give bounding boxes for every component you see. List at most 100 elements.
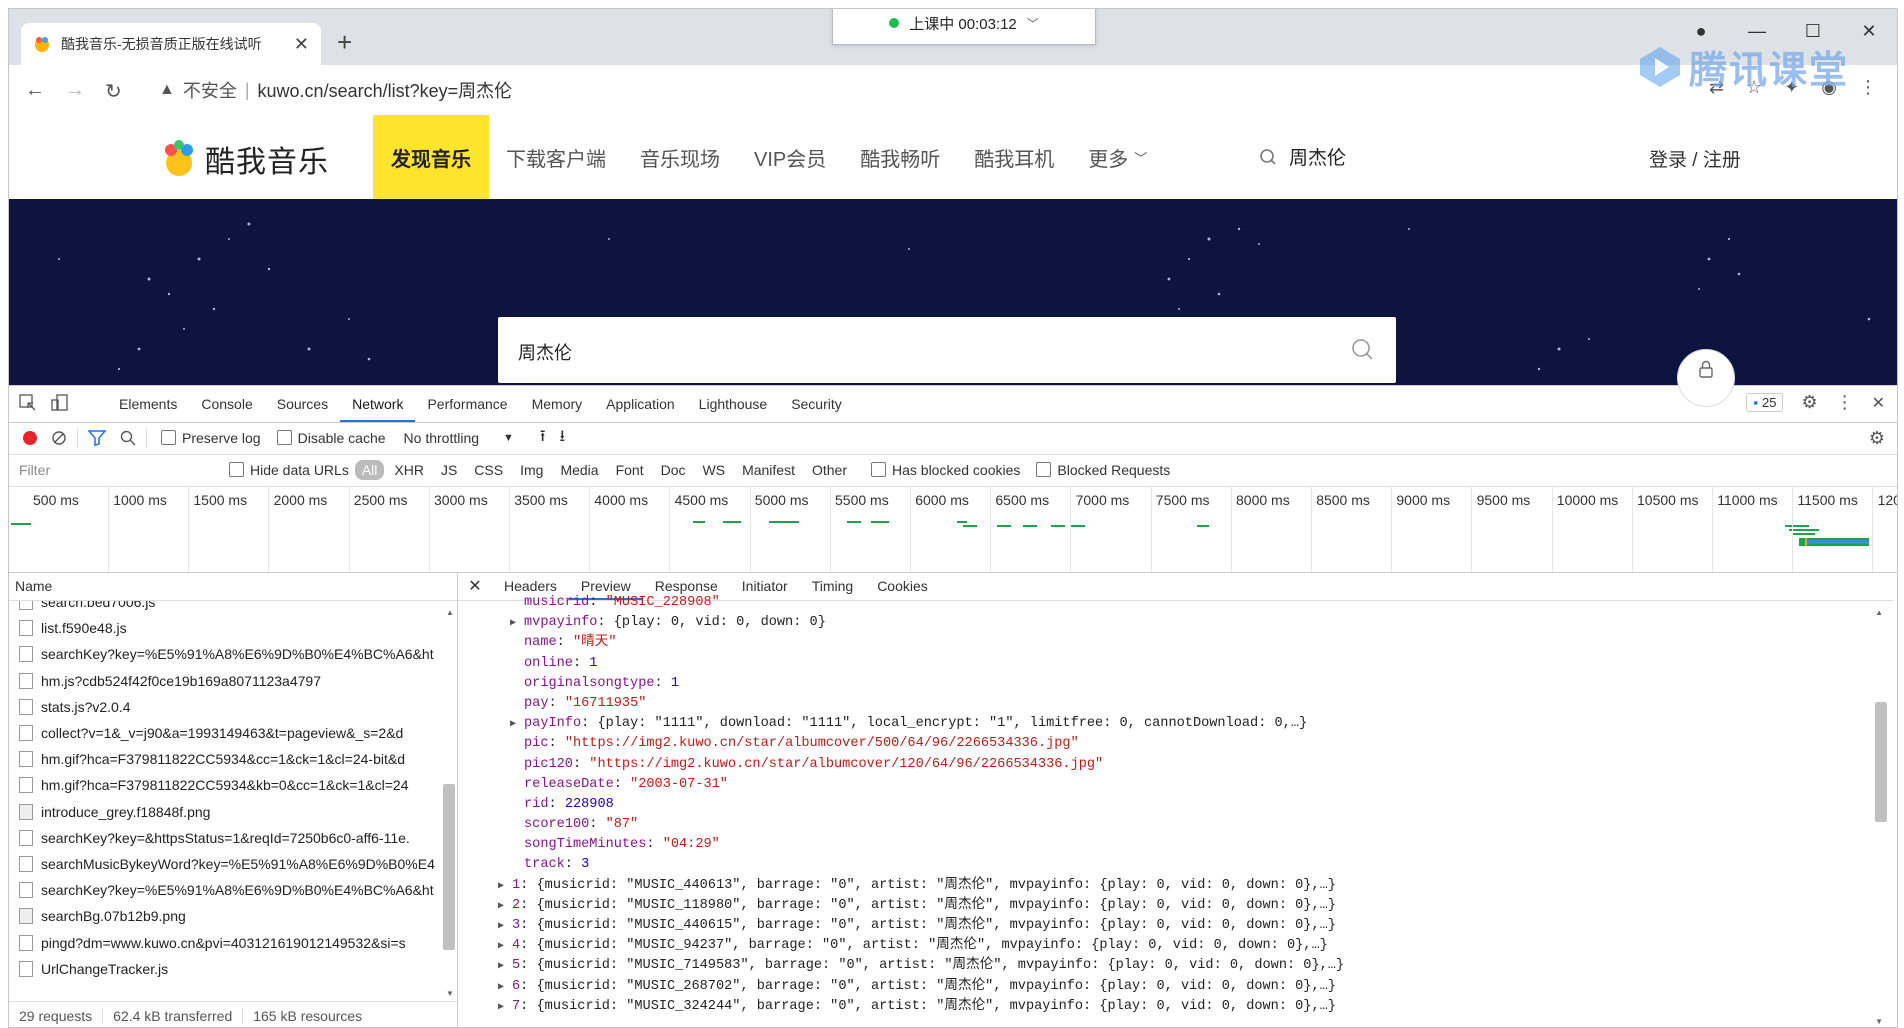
main-search-box[interactable]: 周杰伦 [498, 317, 1396, 383]
preview-line[interactable]: ▶ 1: {musicrid: "MUSIC_440613", barrage: … [458, 876, 1893, 896]
preview-scroll-up-icon[interactable]: ▲ [1875, 608, 1883, 617]
nav-discover[interactable]: 发现音乐 [373, 115, 489, 199]
device-toggle-icon[interactable] [51, 394, 69, 412]
tab-console[interactable]: Console [189, 386, 264, 422]
address-bar[interactable]: ▲ 不安全 | kuwo.cn/search/list?key=周杰伦 [159, 73, 512, 107]
request-row[interactable]: searchBg.07b12b9.png [9, 903, 457, 929]
type-manifest[interactable]: Manifest [735, 460, 802, 480]
type-xhr[interactable]: XHR [387, 460, 431, 480]
type-other[interactable]: Other [805, 460, 854, 480]
bookmark-star-icon[interactable]: ☆ [1746, 77, 1762, 98]
inspect-element-icon[interactable] [19, 394, 37, 412]
tab-close-icon[interactable]: ✕ [294, 34, 309, 55]
browser-tab[interactable]: 酷我音乐-无损音质正版在线试听 ✕ [21, 23, 321, 65]
type-ws[interactable]: WS [696, 460, 733, 480]
preview-line[interactable]: score100: "87" [458, 815, 1893, 835]
preview-line[interactable]: rid: 228908 [458, 795, 1893, 815]
tab-network[interactable]: Network [340, 386, 416, 422]
nav-headphones[interactable]: 酷我耳机 [957, 115, 1071, 199]
lock-button[interactable] [1677, 349, 1735, 407]
devtools-close-icon[interactable]: ✕ [1872, 393, 1885, 413]
close-window-icon[interactable]: ✕ [1841, 9, 1897, 53]
expand-triangle-icon[interactable]: ▶ [498, 957, 512, 977]
tab-elements[interactable]: Elements [107, 386, 189, 422]
header-search[interactable]: 周杰伦 [1259, 143, 1346, 170]
tab-sources[interactable]: Sources [265, 386, 340, 422]
tab-security[interactable]: Security [779, 386, 854, 422]
expand-triangle-icon[interactable]: ▶ [498, 897, 512, 917]
expand-triangle-icon[interactable]: ▶ [510, 715, 524, 735]
maximize-icon[interactable]: ☐ [1785, 9, 1841, 53]
network-overview-timeline[interactable]: 500 ms 1000 ms 1500 ms 2000 ms 2500 ms 3000 m… [9, 486, 1897, 573]
preview-line[interactable]: ▶ 5: {musicrid: "MUSIC_7149583", barrage:… [458, 956, 1893, 976]
minimize-icon[interactable]: — [1729, 9, 1785, 53]
expand-triangle-icon[interactable]: ▶ [498, 937, 512, 957]
request-row[interactable]: searchKey?key=%E5%91%A8%E6%9D%B0%E4%BC%A… [9, 641, 457, 667]
disable-cache-checkbox[interactable]: Disable cache [276, 430, 386, 446]
tab-lighthouse[interactable]: Lighthouse [687, 386, 780, 422]
request-row[interactable]: list.f590e48.js [9, 615, 457, 641]
type-css[interactable]: CSS [467, 460, 510, 480]
preview-line[interactable]: musicrid: "MUSIC_228908" [458, 593, 1893, 613]
main-search-icon[interactable] [1350, 337, 1374, 361]
type-js[interactable]: JS [434, 460, 464, 480]
preview-line[interactable]: pic: "https://img2.kuwo.cn/star/albumcov… [458, 734, 1893, 754]
reload-icon[interactable]: ↻ [105, 79, 122, 104]
search-icon[interactable] [120, 430, 136, 446]
request-row[interactable]: pingd?dm=www.kuwo.cn&pvi=403121619012149… [9, 929, 457, 955]
nav-audiobooks[interactable]: 酷我畅听 [843, 115, 957, 199]
nav-vip[interactable]: VIP会员 [737, 115, 843, 199]
preview-line[interactable]: releaseDate: "2003-07-31" [458, 775, 1893, 795]
preview-line[interactable]: pic120: "https://img2.kuwo.cn/star/album… [458, 755, 1893, 775]
expand-triangle-icon[interactable]: ▶ [498, 917, 512, 937]
menu-kebab-icon[interactable]: ⋮ [1859, 77, 1877, 98]
expand-triangle-icon[interactable]: ▶ [498, 877, 512, 897]
kuwo-logo[interactable]: 酷我音乐 [159, 137, 329, 181]
request-row[interactable]: introduce_grey.f18848f.png [9, 799, 457, 825]
settings-gear-icon[interactable]: ⚙ [1801, 392, 1817, 413]
preview-line[interactable]: originalsongtype: 1 [458, 674, 1893, 694]
nav-more[interactable]: 更多 ﹀ [1071, 115, 1164, 199]
preview-line[interactable]: ▶ 6: {musicrid: "MUSIC_268702", barrage: … [458, 977, 1893, 997]
request-row[interactable]: hm.gif?hca=F379811822CC5934&cc=1&ck=1&cl… [9, 746, 457, 772]
request-row[interactable]: search.bed7006.js [9, 601, 457, 615]
request-row[interactable]: hm.js?cdb524f42f0ce19b169a8071123a4797 [9, 668, 457, 694]
back-icon[interactable]: ← [25, 79, 45, 102]
profile-dot-icon[interactable]: ● [1673, 9, 1729, 53]
expand-triangle-icon[interactable]: ▶ [498, 998, 512, 1018]
preview-scroll-thumb[interactable] [1875, 702, 1887, 822]
expand-triangle-icon[interactable]: ▶ [498, 978, 512, 998]
profile-icon[interactable]: ◉ [1821, 77, 1837, 98]
request-row[interactable]: searchMusicBykeyWord?key=%E5%91%A8%E6%9D… [9, 851, 457, 877]
type-media[interactable]: Media [553, 460, 605, 480]
filter-funnel-icon[interactable] [88, 430, 106, 446]
request-row[interactable]: collect?v=1&_v=j90&a=1993149463&t=pagevi… [9, 720, 457, 746]
record-icon[interactable] [23, 431, 37, 445]
preview-line[interactable]: ▶ 4: {musicrid: "MUSIC_94237", barrage: "… [458, 936, 1893, 956]
type-doc[interactable]: Doc [654, 460, 693, 480]
nav-live[interactable]: 音乐现场 [623, 115, 737, 199]
request-row[interactable]: searchKey?key=%E5%91%A8%E6%9D%B0%E4%BC%A… [9, 877, 457, 903]
tab-application[interactable]: Application [594, 386, 687, 422]
new-tab-button[interactable]: + [337, 29, 352, 55]
type-font[interactable]: Font [609, 460, 651, 480]
type-all[interactable]: All [354, 460, 385, 480]
preserve-log-checkbox[interactable]: Preserve log [161, 430, 261, 446]
messages-badge[interactable]: ▪ 25 [1746, 393, 1784, 412]
blocked-requests-checkbox[interactable]: Blocked Requests [1036, 462, 1170, 478]
expand-triangle-icon[interactable]: ▶ [510, 614, 524, 634]
json-preview[interactable]: musicrid: "MUSIC_228908" ▶ mvpayinfo: {pla… [458, 593, 1893, 1021]
preview-line[interactable]: pay: "16711935" [458, 694, 1893, 714]
preview-line[interactable]: ▶ 2: {musicrid: "MUSIC_118980", barrage: … [458, 896, 1893, 916]
network-settings-icon[interactable]: ⚙ [1869, 428, 1885, 449]
name-column-header[interactable]: Name [9, 572, 457, 601]
preview-line[interactable]: songTimeMinutes: "04:29" [458, 835, 1893, 855]
scroll-down-icon[interactable]: ▼ [446, 989, 454, 998]
extensions-icon[interactable]: ✦ [1784, 77, 1799, 98]
login-register-link[interactable]: 登录 / 注册 [1649, 145, 1741, 172]
request-list-scrollbar[interactable]: ▲ ▼ [443, 608, 455, 998]
devtools-menu-icon[interactable]: ⋮ [1836, 392, 1854, 413]
preview-line[interactable]: ▶ payInfo: {play: "1111", download: "1111… [458, 714, 1893, 734]
has-blocked-cookies-checkbox[interactable]: Has blocked cookies [871, 462, 1020, 478]
import-har-icon[interactable]: ⭱ [540, 425, 546, 452]
